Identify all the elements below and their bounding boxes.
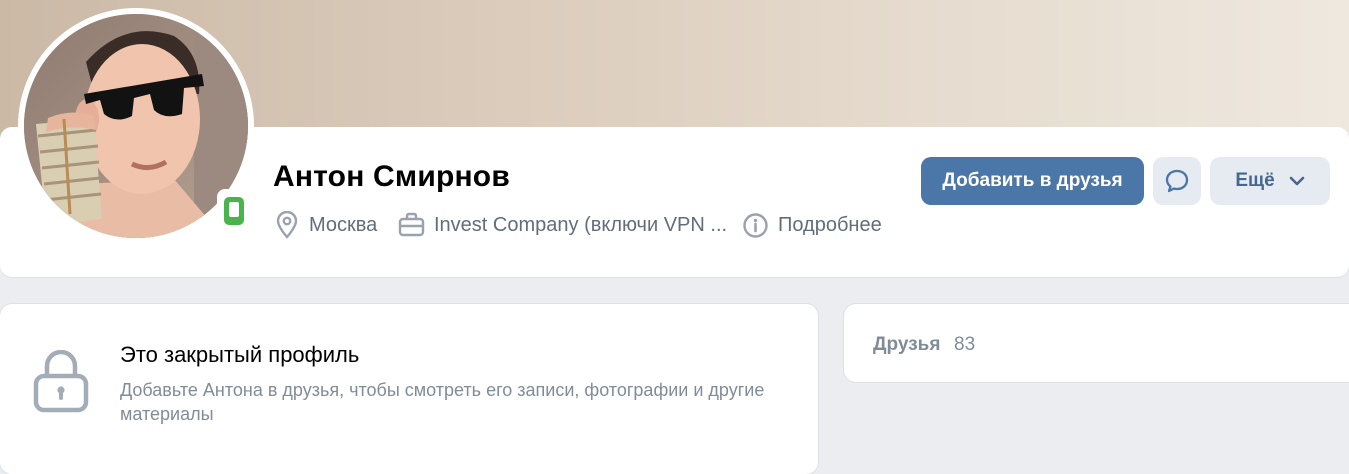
profile-work[interactable]: Invest Company (включи VPN ... [398, 208, 727, 242]
info-icon [743, 212, 768, 238]
lock-icon [33, 350, 89, 413]
profile-city-label: Москва [309, 213, 378, 236]
message-button[interactable] [1153, 157, 1201, 205]
mobile-online-icon [224, 197, 244, 225]
online-status-badge [217, 189, 251, 233]
add-friend-button[interactable]: Добавить в друзья [921, 157, 1144, 205]
friends-count: 83 [954, 334, 976, 355]
profile-name: Антон Смирнов [273, 160, 510, 193]
chevron-down-icon [1289, 176, 1304, 186]
profile-city[interactable]: Москва [274, 208, 377, 242]
profile-details-link[interactable]: Подробнее [742, 208, 882, 242]
more-button[interactable]: Ещё [1210, 157, 1330, 205]
friends-label[interactable]: Друзья [873, 334, 940, 356]
closed-profile-title: Это закрытый профиль [120, 342, 360, 367]
closed-profile-description: Добавьте Антона в друзья, чтобы смотреть… [120, 380, 765, 424]
message-bubble-icon [1165, 169, 1189, 193]
avatar[interactable] [24, 14, 248, 238]
avatar-frame[interactable] [18, 8, 254, 244]
avatar-photo [24, 14, 248, 238]
location-pin-icon [276, 211, 298, 239]
briefcase-icon [398, 212, 425, 237]
more-button-label: Ещё [1235, 170, 1275, 191]
profile-details-label: Подробнее [778, 213, 882, 236]
profile-work-label: Invest Company (включи VPN ... [434, 213, 728, 236]
